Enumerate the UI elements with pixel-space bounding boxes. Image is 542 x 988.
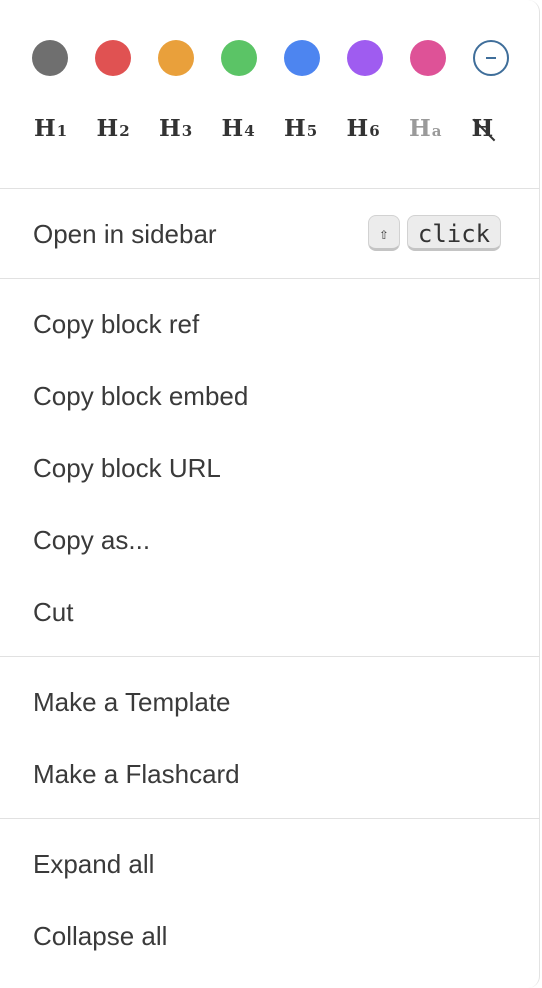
heading-3-button[interactable]: H3	[159, 110, 222, 146]
make-template-item[interactable]: Make a Template	[33, 682, 231, 722]
shortcut-hint: ⇧ click	[368, 215, 501, 251]
color-pink-swatch[interactable]	[410, 40, 446, 76]
divider	[0, 278, 540, 279]
cut-item[interactable]: Cut	[33, 592, 73, 632]
divider	[0, 818, 540, 819]
minus-circle-icon[interactable]	[473, 40, 509, 76]
heading-picker-row: H1 H2 H3 H4 H5 H6 Ha H	[34, 110, 534, 146]
no-heading-icon[interactable]: H	[472, 110, 535, 146]
heading-6-button[interactable]: H6	[347, 110, 410, 146]
heading-1-button[interactable]: H1	[34, 110, 97, 146]
divider	[0, 656, 540, 657]
heading-4-button[interactable]: H4	[222, 110, 285, 146]
make-flashcard-item[interactable]: Make a Flashcard	[33, 754, 240, 794]
color-green-swatch[interactable]	[221, 40, 257, 76]
copy-as-item[interactable]: Copy as...	[33, 520, 150, 560]
color-red-swatch[interactable]	[95, 40, 131, 76]
color-gray-swatch[interactable]	[32, 40, 68, 76]
heading-5-button[interactable]: H5	[284, 110, 347, 146]
divider	[0, 188, 540, 189]
shift-key-icon: ⇧	[368, 215, 400, 251]
expand-all-item[interactable]: Expand all	[33, 844, 154, 884]
click-key: click	[407, 215, 501, 251]
collapse-all-item[interactable]: Collapse all	[33, 916, 167, 956]
color-purple-swatch[interactable]	[347, 40, 383, 76]
copy-block-url-item[interactable]: Copy block URL	[33, 448, 221, 488]
heading-auto-button[interactable]: Ha	[409, 110, 472, 146]
copy-block-embed-item[interactable]: Copy block embed	[33, 376, 248, 416]
color-picker-row	[32, 40, 509, 76]
heading-2-button[interactable]: H2	[97, 110, 160, 146]
color-orange-swatch[interactable]	[158, 40, 194, 76]
copy-block-ref-item[interactable]: Copy block ref	[33, 304, 199, 344]
open-in-sidebar-item[interactable]: Open in sidebar	[33, 214, 217, 254]
color-blue-swatch[interactable]	[284, 40, 320, 76]
block-context-menu: H1 H2 H3 H4 H5 H6 Ha H Open in sidebar ⇧…	[0, 0, 540, 988]
